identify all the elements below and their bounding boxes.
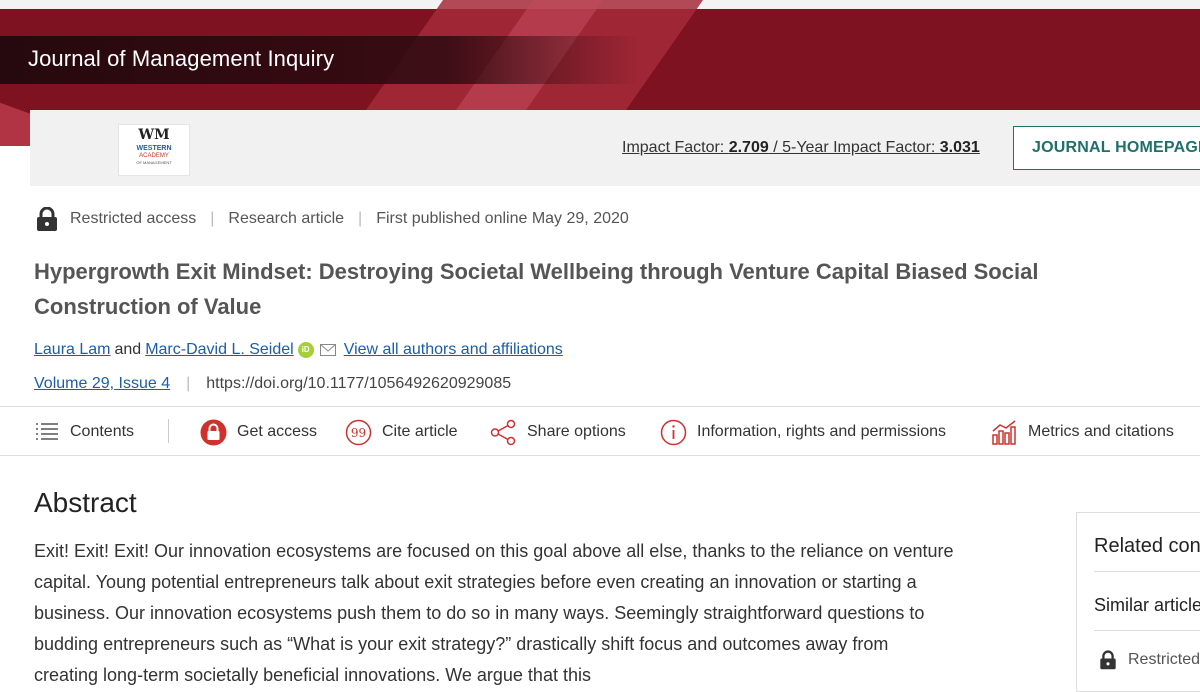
sidebar-access-label: Restricted access <box>1128 651 1200 668</box>
bar-chart-icon <box>992 419 1016 445</box>
sidebar-divider <box>1094 630 1200 631</box>
article-type: Research article <box>228 210 345 227</box>
logo-line-1: WESTERN <box>136 145 172 152</box>
list-icon <box>36 423 58 440</box>
get-access-button[interactable]: Get access <box>200 407 317 457</box>
sidebar-access-status: Restricted access <box>1098 650 1200 670</box>
lock-icon <box>37 207 57 231</box>
mail-icon[interactable] <box>319 344 336 356</box>
get-access-label: Get access <box>237 423 318 440</box>
publish-date: First published online May 29, 2020 <box>376 210 629 227</box>
sidebar-divider <box>1094 571 1200 572</box>
author-link-seidel[interactable]: Marc-David L. Seidel <box>145 341 294 359</box>
author-conjunction: and <box>114 341 142 358</box>
logo-mark: WM <box>138 127 170 143</box>
orcid-icon[interactable]: iD <box>297 342 314 358</box>
journal-homepage-button[interactable]: JOURNAL HOMEPAGE <box>1013 126 1200 170</box>
view-all-authors-link[interactable]: View all authors and affiliations <box>344 341 563 359</box>
contents-label: Contents <box>70 423 135 440</box>
meta-divider: | <box>358 210 363 227</box>
info-icon <box>660 419 687 445</box>
five-year-label: / 5-Year Impact Factor: <box>768 139 940 156</box>
related-content-heading: Related content <box>1094 535 1200 557</box>
issue-info: Volume 29, Issue 4 | https://doi.org/10.… <box>34 375 511 393</box>
lock-icon <box>1100 650 1116 670</box>
volume-issue-link[interactable]: Volume 29, Issue 4 <box>34 375 170 393</box>
svg-text:99: 99 <box>351 426 366 440</box>
journal-title[interactable]: Journal of Management Inquiry <box>28 46 334 72</box>
five-year-value: 3.031 <box>939 139 980 156</box>
share-label: Share options <box>527 423 626 440</box>
info-label: Information, rights and permissions <box>697 423 946 440</box>
lock-circle-icon <box>200 419 227 445</box>
cite-label: Cite article <box>382 423 458 440</box>
cite-article-button[interactable]: 99 Cite article <box>345 407 458 457</box>
logo-line-3: OF MANAGEMENT <box>136 160 172 165</box>
access-status: Restricted access <box>70 210 197 227</box>
quote-icon: 99 <box>345 419 372 445</box>
impact-factor-label: Impact Factor: <box>622 139 729 156</box>
sidebar-clip: Related content Similar articles: Restri… <box>1077 513 1200 675</box>
information-rights-button[interactable]: Information, rights and permissions <box>660 407 946 457</box>
abstract-heading: Abstract <box>34 487 137 518</box>
similar-articles-heading[interactable]: Similar articles: <box>1094 595 1200 616</box>
abstract-body: Exit! Exit! Exit! Our innovation ecosyst… <box>34 541 954 685</box>
share-options-button[interactable]: Share options <box>490 407 626 457</box>
impact-factor-link[interactable]: Impact Factor: 2.709 / 5-Year Impact Fac… <box>622 139 980 157</box>
society-logo[interactable]: WM WESTERN ACADEMY OF MANAGEMENT <box>118 124 190 176</box>
metrics-citations-button[interactable]: Metrics and citations <box>991 407 1174 457</box>
article-title: Hypergrowth Exit Mindset: Destroying Soc… <box>34 259 1039 319</box>
doi-link[interactable]: https://doi.org/10.1177/1056492620929085 <box>206 375 511 393</box>
issue-divider: | <box>186 375 191 392</box>
contents-button[interactable]: Contents <box>36 407 134 457</box>
metrics-label: Metrics and citations <box>1028 423 1174 440</box>
author-list: Laura Lam and Marc-David L. Seidel iD Vi… <box>34 341 563 359</box>
author-link-lam[interactable]: Laura Lam <box>34 341 111 359</box>
logo-line-2: ACADEMY <box>139 153 169 159</box>
article-meta: Restricted access | Research article | F… <box>34 206 629 232</box>
article-toolbar: Contents Get access 99 Cite article Shar… <box>0 406 1200 456</box>
meta-divider: | <box>210 210 215 227</box>
impact-factor-value: 2.709 <box>728 139 769 156</box>
toolbar-divider <box>168 419 169 443</box>
share-icon <box>490 419 516 445</box>
